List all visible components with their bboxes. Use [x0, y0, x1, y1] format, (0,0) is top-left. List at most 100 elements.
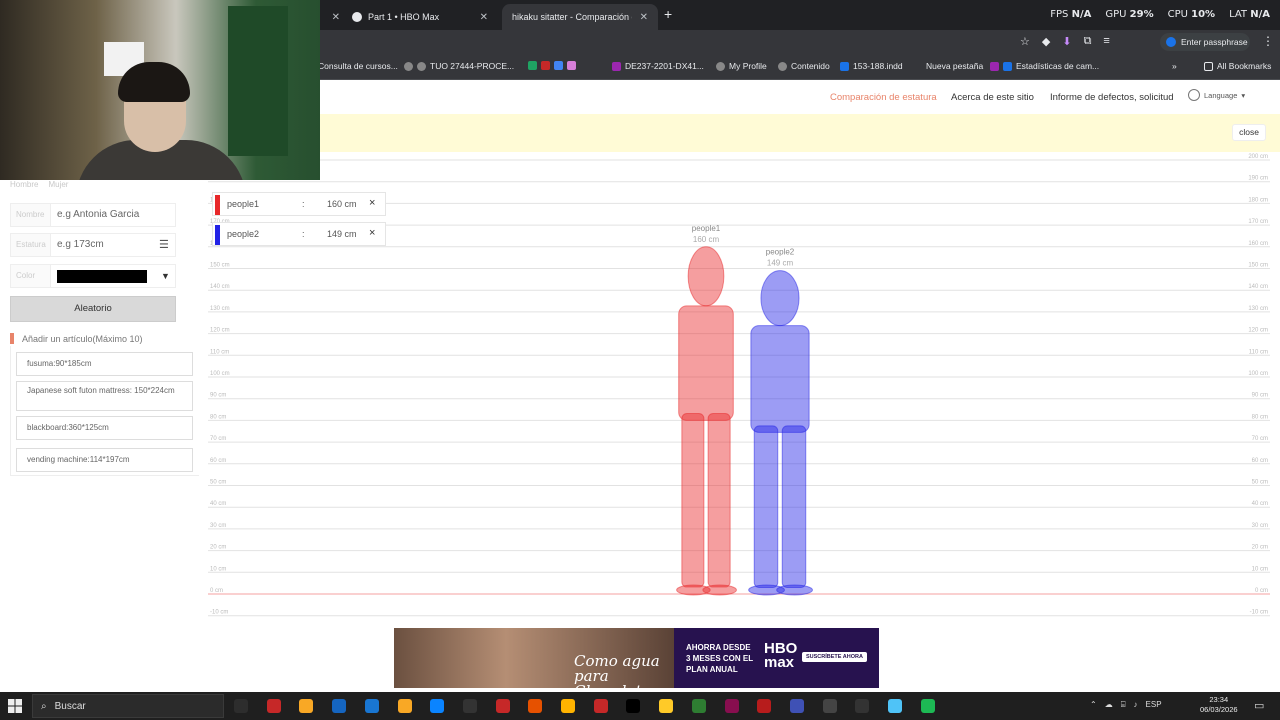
taskbar-app-icon[interactable] [593, 699, 608, 713]
person-color-stripe [215, 195, 220, 215]
height-input[interactable]: e.g 173cm [57, 239, 104, 250]
gender-female-option[interactable]: Mujer [48, 180, 68, 189]
performance-overlay: FPS N/A GPU 29% CPU 10% LAT N/A [1050, 9, 1270, 20]
cloud-icon[interactable]: ☁ [1105, 700, 1113, 710]
item-vending-machine[interactable]: vending machine:114*197cm [16, 448, 193, 472]
person-row-people2[interactable]: people2 : 149 cm × [212, 222, 386, 246]
file-icon [840, 61, 849, 71]
chevron-up-icon[interactable]: ⌃ [1090, 700, 1097, 710]
notification-icon[interactable]: ▭ [1254, 699, 1264, 712]
taskbar-app-icon[interactable] [397, 699, 412, 713]
volume-icon[interactable]: ♪ [1134, 700, 1138, 710]
person-row-people1[interactable]: people1 : 160 cm × [212, 192, 386, 216]
person-name: people1 [227, 199, 260, 209]
bookmark-item[interactable]: My Profile [716, 61, 767, 71]
remove-icon[interactable]: × [369, 197, 375, 209]
bookmark-item[interactable]: DE237-2201-DX41... [612, 61, 704, 71]
person-figure-people1 [676, 246, 737, 596]
taskbar-app-icon[interactable] [561, 699, 575, 713]
bookmark-item[interactable]: Nueva pestaña [926, 61, 983, 71]
all-bookmarks[interactable]: All Bookmarks [1204, 61, 1271, 71]
new-tab-icon[interactable]: + [664, 6, 672, 22]
figure-name-label: people1 [692, 224, 721, 233]
item-futon[interactable]: Japanese soft futon mattress: 150*224cm [16, 381, 193, 411]
tab-close-previous[interactable]: ✕ [320, 4, 340, 30]
network-icon[interactable]: ⌸ [1121, 700, 1126, 710]
taskbar-app-icon[interactable] [495, 699, 510, 713]
taskbar-app-icon[interactable] [266, 699, 281, 713]
more-bookmarks-icon[interactable]: » [1172, 61, 1177, 71]
passphrase-button[interactable]: Enter passphrase [1160, 33, 1250, 51]
bookmark-item[interactable]: Estadísticas de cam... [990, 61, 1099, 71]
chevron-down-icon[interactable]: ▼ [161, 271, 170, 281]
taskbar-app-icon[interactable] [528, 699, 543, 713]
taskbar-app-icon[interactable] [299, 699, 314, 713]
list-icon[interactable]: ☰ [159, 238, 169, 251]
media-icon[interactable]: ≡ [1103, 35, 1109, 48]
bookmark-item[interactable]: Consulta de cursos... [318, 61, 398, 71]
height-field[interactable]: Estatura e.g 173cm ☰ [10, 233, 176, 257]
close-icon[interactable]: ✕ [480, 12, 488, 23]
bookmark-item[interactable]: TUO 27444-PROCE... [404, 61, 514, 71]
close-icon[interactable]: ✕ [332, 12, 340, 23]
bookmark-icons-group[interactable] [528, 61, 580, 70]
taskbar-app-icon[interactable] [332, 699, 347, 713]
color-field[interactable]: Color ▼ [10, 264, 176, 288]
name-input[interactable]: e.g Antonia Garcia [57, 209, 139, 220]
taskbar-search[interactable]: ⌕ Buscar [32, 694, 224, 718]
taskbar-app-icon[interactable] [789, 699, 804, 713]
taskbar-clock[interactable]: 23:34 06/03/2026 [1200, 695, 1238, 715]
download-icon[interactable]: ⬇ [1062, 35, 1071, 48]
ad-promo: AHORRA DESDE 3 MESES CON EL PLAN ANUAL [686, 643, 753, 674]
taskbar-app-icon[interactable] [462, 699, 477, 713]
taskbar-app-icon[interactable] [822, 699, 837, 713]
close-icon[interactable]: ✕ [640, 12, 648, 23]
tab-hbo-max[interactable]: Part 1 • HBO Max ✕ [342, 4, 498, 30]
app-icon [541, 61, 550, 70]
subscribe-button[interactable]: SUSCRÍBETE AHORA [802, 652, 867, 662]
nav-compare-link[interactable]: Comparación de estatura [830, 92, 937, 103]
globe-icon [716, 61, 725, 71]
taskbar-app-icon[interactable] [920, 699, 935, 713]
close-button[interactable]: close [1232, 124, 1266, 141]
bookmark-item[interactable]: Contenido [778, 61, 830, 71]
taskbar-app-icon[interactable] [430, 699, 445, 713]
tab-hikaku[interactable]: hikaku sitatter - Comparación d ✕ [502, 4, 658, 30]
star-icon[interactable]: ☆ [1020, 35, 1030, 48]
gender-male-option[interactable]: Hombre [10, 180, 38, 189]
menu-kebab-icon[interactable]: ⋮ [1262, 34, 1274, 48]
taskbar-app-icon[interactable] [888, 699, 902, 713]
ad-banner[interactable]: Como agua para Chocolate AHORRA DESDE 3 … [394, 628, 879, 688]
globe-icon [1188, 89, 1200, 101]
taskbar-app-icon[interactable] [757, 699, 772, 713]
taskbar-app-icon[interactable] [724, 699, 739, 713]
language-selector[interactable]: Language ▾ [1188, 89, 1245, 101]
taskbar-app-icon[interactable] [364, 699, 379, 713]
tab-label: Part 1 • HBO Max [368, 12, 440, 22]
random-button[interactable]: Aleatorio [10, 296, 176, 322]
ad-image: Como agua para Chocolate [394, 628, 674, 688]
name-field[interactable]: Nombre e.g Antonia Garcia [10, 203, 176, 227]
color-swatch[interactable] [57, 270, 147, 283]
tick-label-left: 100 cm [210, 371, 230, 377]
nav-about-link[interactable]: Acerca de este sitio [951, 92, 1034, 103]
taskbar-app-icon[interactable] [659, 699, 674, 713]
remove-icon[interactable]: × [369, 227, 375, 239]
taskbar-app-icon[interactable] [234, 699, 248, 713]
figure-height-label: 149 cm [767, 259, 794, 268]
item-fusuma[interactable]: fusuma:90*185cm [16, 352, 193, 376]
tick-label-left: 0 cm [210, 588, 223, 594]
windows-start-icon[interactable] [8, 699, 22, 713]
item-blackboard[interactable]: blackboard:360*125cm [16, 416, 193, 440]
taskbar-app-icon[interactable] [626, 699, 641, 713]
nav-report-link[interactable]: Informe de defectos, solicitud [1050, 92, 1174, 103]
taskbar-app-icon[interactable] [855, 699, 870, 713]
bookmark-item[interactable]: 153-188.indd [840, 61, 903, 71]
lang-indicator[interactable]: ESP [1146, 700, 1162, 710]
gender-selector[interactable]: Hombre Mujer [10, 180, 68, 189]
extension-icon[interactable]: ◆ [1042, 35, 1050, 48]
taskbar-app-icon[interactable] [691, 699, 706, 713]
puzzle-icon[interactable]: ⧉ [1084, 35, 1092, 48]
tick-label-right: 170 cm [1248, 219, 1268, 225]
figure-name-label: people2 [766, 248, 795, 257]
